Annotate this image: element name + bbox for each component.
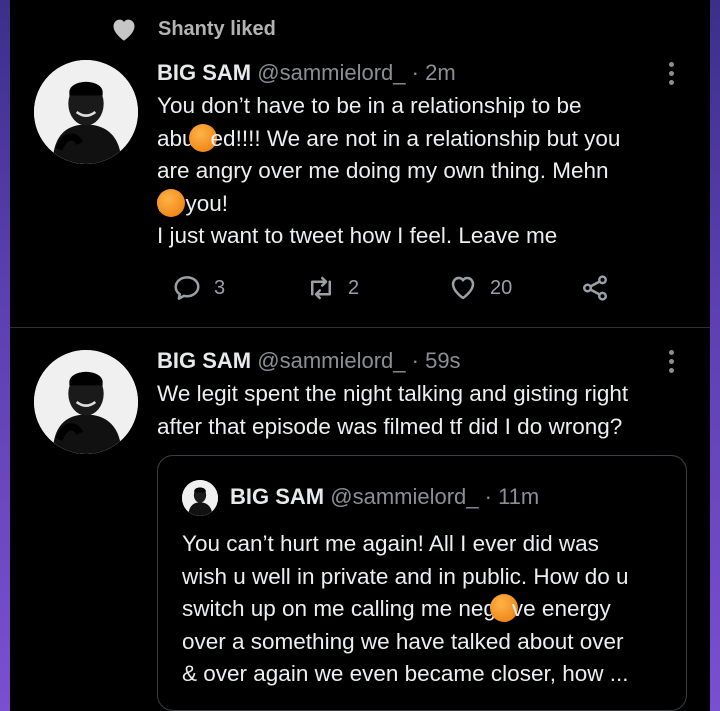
tweet-text-line: after that episode was filmed tf did I d…	[157, 413, 623, 439]
profile-photo	[34, 60, 138, 164]
quoted-text-line: You can’t hurt me again! All I ever did …	[182, 531, 599, 556]
like-count: 20	[490, 276, 513, 299]
retweet-count: 2	[348, 276, 360, 299]
quoted-text-line: over a something we have talked about ov…	[182, 628, 624, 654]
tweet-text-line: We legit spent the night talking and gis…	[157, 381, 629, 406]
timeline[interactable]: Shanty liked BIG SAM @sammielord_ · 2m Y…	[10, 0, 710, 711]
tweet-header: BIG SAM @sammielord_ · 59s	[157, 348, 461, 374]
quoted-timestamp: · 11m	[484, 484, 540, 509]
display-name[interactable]: BIG SAM	[157, 348, 251, 373]
quoted-handle: @sammielord_	[330, 484, 479, 509]
avatar[interactable]	[34, 60, 138, 164]
quoted-text: You can’t hurt me again! All I ever did …	[182, 528, 682, 691]
quoted-text-line: & over again we even became closer, how …	[182, 661, 629, 686]
screenshot-frame: Shanty liked BIG SAM @sammielord_ · 2m Y…	[0, 0, 720, 711]
tweet-actions: 3 2 20	[160, 270, 640, 306]
reply-icon	[174, 276, 200, 300]
tweet-text-line: abu ed!!!! We are not in a relationship b…	[157, 123, 621, 152]
quoted-header: BIG SAM @sammielord_ · 11m	[230, 484, 539, 510]
display-name[interactable]: BIG SAM	[157, 60, 251, 85]
avatar[interactable]	[34, 350, 138, 454]
tweet-text-line: are angry over me doing my own thing. Me…	[157, 158, 609, 183]
quoted-text-line: wish u well in private and in public. Ho…	[182, 563, 629, 589]
like-icon	[451, 276, 475, 300]
tweet-text-line: I just want to tweet how I feel. Leave m…	[157, 223, 558, 248]
handle[interactable]: @sammielord_	[257, 60, 405, 85]
tweet-text: You don’t have to be in a relationship t…	[157, 90, 697, 253]
tweet-text-line: f you!	[157, 188, 697, 221]
handle[interactable]: @sammielord_	[257, 348, 405, 373]
reply-button[interactable]: 3	[172, 273, 225, 303]
quoted-display-name: BIG SAM	[230, 484, 325, 509]
timestamp[interactable]: · 59s	[412, 348, 461, 373]
profile-photo	[182, 480, 218, 516]
quoted-tweet[interactable]: BIG SAM @sammielord_ · 11m You can’t hur…	[157, 455, 687, 711]
reply-count: 3	[214, 276, 226, 299]
like-button[interactable]: 20	[448, 273, 512, 303]
share-button[interactable]	[580, 273, 610, 303]
timestamp[interactable]: · 2m	[412, 60, 456, 85]
tweet-text: We legit spent the night talking and gis…	[157, 378, 697, 443]
tweet-header: BIG SAM @sammielord_ · 2m	[157, 60, 456, 86]
quoted-avatar	[182, 480, 218, 516]
tweet-1[interactable]: BIG SAM @sammielord_ · 2m You don’t have…	[10, 0, 710, 327]
share-icon	[583, 275, 607, 301]
more-options-icon[interactable]	[669, 62, 675, 89]
quoted-text-line: switch up on me calling me neg ve energy	[182, 594, 611, 622]
tweet-text-line: You don’t have to be in a relationship t…	[157, 93, 582, 118]
profile-photo	[34, 350, 138, 454]
retweet-button[interactable]: 2	[306, 273, 359, 303]
retweet-icon	[311, 276, 331, 300]
more-options-icon[interactable]	[669, 350, 675, 377]
